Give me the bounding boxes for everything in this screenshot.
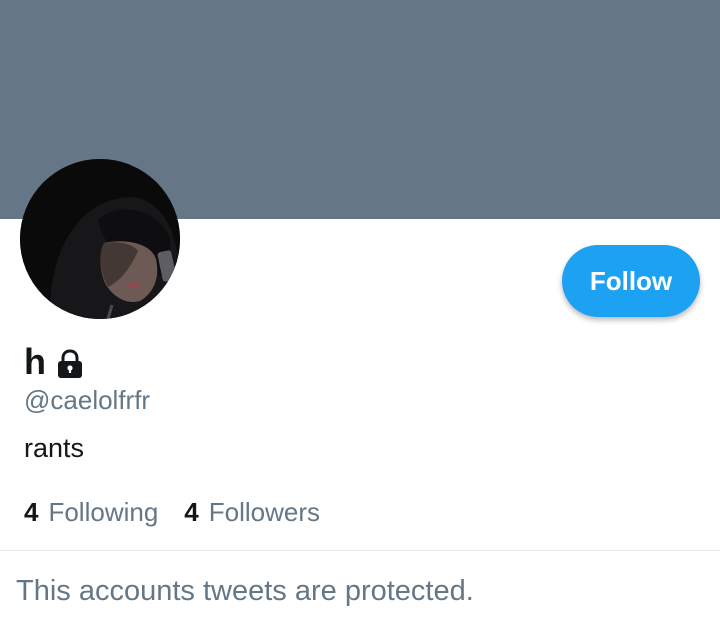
profile-stats: 4 Following 4 Followers xyxy=(24,496,320,528)
following-label: Following xyxy=(48,497,159,527)
divider xyxy=(0,550,720,551)
followers-stat[interactable]: 4 Followers xyxy=(184,496,320,528)
protected-tweets-message: This accounts tweets are protected. xyxy=(16,575,474,607)
following-stat[interactable]: 4 Following xyxy=(24,496,158,528)
lock-icon xyxy=(54,348,86,380)
profile-photo xyxy=(20,159,180,319)
followers-count: 4 xyxy=(184,497,199,527)
follow-button[interactable]: Follow xyxy=(562,245,700,317)
followers-label: Followers xyxy=(208,497,321,527)
profile-handle: @caelolfrfr xyxy=(24,385,151,415)
following-count: 4 xyxy=(24,497,39,527)
avatar[interactable] xyxy=(20,159,180,319)
profile-name-row: h xyxy=(24,340,86,384)
profile-bio: rants xyxy=(24,433,85,463)
display-name: h xyxy=(24,341,46,382)
